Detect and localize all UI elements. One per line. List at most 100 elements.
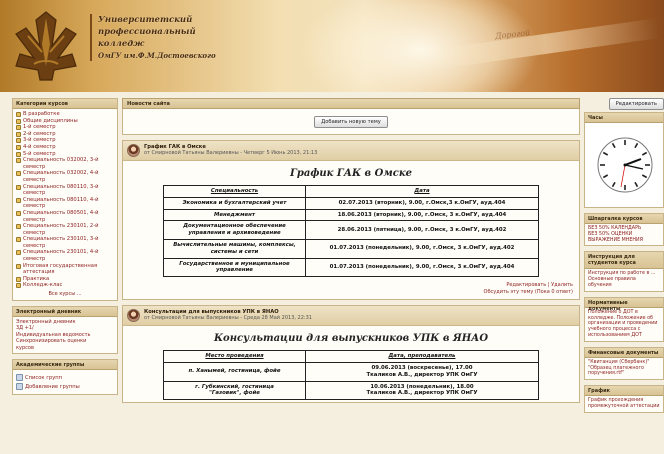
college-logo[interactable] bbox=[6, 6, 86, 84]
category-item[interactable]: Специальность 230101, 3-й семестр bbox=[16, 236, 114, 249]
group-list-link[interactable]: Список групп bbox=[16, 374, 114, 382]
row-value-cell: 10.06.2013 (понедельник), 18.00 Ткаликов… bbox=[305, 380, 539, 401]
add-group-link[interactable]: Добавление группы bbox=[16, 383, 114, 391]
row-label-cell: п. Ханымей, гостиница, фойе bbox=[163, 361, 306, 382]
folder-icon bbox=[16, 210, 21, 216]
column-header: Дата, преподаватель bbox=[305, 350, 539, 363]
add-group-label: Добавление группы bbox=[25, 383, 80, 390]
category-item[interactable]: Специальность 230101, 2-й семестр bbox=[16, 223, 114, 236]
title-line-1: Университетский bbox=[98, 15, 193, 25]
category-item[interactable]: Специальность 032002, 4-й семестр bbox=[16, 170, 114, 183]
folder-icon bbox=[16, 131, 21, 137]
author-avatar[interactable] bbox=[127, 144, 140, 157]
groups-heading: Академические группы bbox=[13, 360, 117, 371]
norm-docs-block: Нормативные документы Положение о ДОТ в … bbox=[584, 296, 664, 342]
category-item[interactable]: Итоговая государственная аттестация bbox=[16, 263, 114, 276]
norm-docs-text[interactable]: Положение о ДОТ в колледже. Положение об… bbox=[585, 308, 663, 341]
category-label: 1-й семестр bbox=[23, 124, 56, 131]
table-row: г. Губкинский, гостиница "Газовик", фойе… bbox=[163, 380, 539, 401]
add-users-icon bbox=[16, 383, 23, 391]
table-row: Менеджмент 18.06.2013 (вторник), 9.00, г.… bbox=[163, 208, 539, 222]
consultation-table: Место проведения Дата, преподаватель п. … bbox=[163, 350, 539, 401]
news-post: Консультации для выпускников УПК в ЯНАО … bbox=[122, 305, 580, 404]
row-value-cell: 09.06.2013 (воскресенье), 17.00 Ткаликов… bbox=[305, 361, 539, 382]
category-item[interactable]: Специальность 080110, 4-й семестр bbox=[16, 197, 114, 210]
category-item[interactable]: 1-й семестр bbox=[16, 124, 114, 131]
category-label: Специальность 032002, 4-й семестр bbox=[23, 170, 99, 183]
folder-icon bbox=[16, 197, 21, 203]
right-column: Редактировать Часы Шпаргалка курсов БЕЗ … bbox=[584, 98, 664, 418]
folder-icon bbox=[16, 171, 21, 177]
post-heading: График ГАК в Омске bbox=[289, 168, 413, 179]
row-label-cell: Документационное обеспечение управления … bbox=[163, 220, 306, 240]
add-topic-button[interactable]: Добавить новую тему bbox=[314, 116, 388, 128]
row-value-cell: 02.07.2013 (вторник), 9.00, г.Омск,3 к.О… bbox=[305, 196, 539, 210]
journal-heading: Электронный дневник bbox=[13, 307, 117, 318]
journal-block: Электронный дневник Электронный дневник … bbox=[12, 306, 118, 355]
category-item[interactable]: В разработке bbox=[16, 111, 114, 118]
folder-icon bbox=[16, 158, 21, 164]
post-meta[interactable]: от Смирновой Татьяны Валериевны - Среда … bbox=[144, 315, 312, 321]
shortcuts-block: Шпаргалка курсов БЕЗ 50% КАЛЕНДАРЬ БЕЗ 5… bbox=[584, 213, 664, 247]
row-label-cell: Вычислительные машины, комплексы, систем… bbox=[163, 238, 306, 259]
table-row: Документационное обеспечение управления … bbox=[163, 220, 539, 240]
edit-page-button[interactable]: Редактировать bbox=[608, 98, 664, 110]
table-row: Вычислительные машины, комплексы, систем… bbox=[163, 238, 539, 259]
finance-text[interactable]: "Квитанция (Сбербанк)" "Образец платежно… bbox=[585, 358, 663, 379]
folder-icon bbox=[16, 263, 21, 269]
category-item[interactable]: Специальность 080110, 3-й семестр bbox=[16, 184, 114, 197]
category-item[interactable]: Специальность 080501, 4-й семестр bbox=[16, 210, 114, 223]
row-value-cell: 01.07.2013 (понедельник), 9.00, г.Омск, … bbox=[305, 238, 539, 259]
categories-heading: Категории курсов bbox=[13, 99, 117, 109]
schedule-heading: График bbox=[585, 386, 663, 397]
author-avatar[interactable] bbox=[127, 309, 140, 323]
schedule-text[interactable]: График прохождения промежуточной аттеста… bbox=[585, 396, 663, 412]
folder-icon bbox=[16, 125, 21, 131]
category-item[interactable]: Практика bbox=[16, 276, 114, 283]
category-item[interactable]: Специальность 032002, 3-й семестр bbox=[16, 157, 114, 170]
title-line-3: колледж bbox=[98, 39, 145, 49]
row-label-cell: Менеджмент bbox=[163, 208, 306, 222]
shortcut-link[interactable]: ВЫРАЖЕНИЕ МНЕНИЯ bbox=[588, 238, 660, 244]
row-label-cell: Государственное и муниципальное управлен… bbox=[163, 257, 306, 278]
schedule-block: График График прохождения промежуточной … bbox=[584, 385, 664, 413]
title-line-2: профессиональный bbox=[98, 27, 196, 37]
edit-delete-links[interactable]: Редактировать | Удалить bbox=[129, 282, 573, 289]
category-item[interactable]: 4-й семестр bbox=[16, 144, 114, 151]
instructions-text[interactable]: Инструкция по работе в ... Основные прав… bbox=[585, 269, 663, 290]
category-label: Специальность 032002, 3-й семестр bbox=[23, 157, 99, 170]
category-label: Специальность 230101, 4-й семестр bbox=[23, 249, 99, 263]
clock-block: Часы bbox=[584, 112, 664, 208]
row-value-cell: 18.06.2013 (вторник), 9.00, г.Омск, 3 к.… bbox=[305, 208, 539, 222]
main-column: Новости сайта Добавить новую тему График… bbox=[122, 98, 580, 404]
site-header: Университетский профессиональный колледж… bbox=[0, 0, 664, 92]
category-label: Специальность 080110, 3-й семестр bbox=[23, 183, 99, 197]
folder-icon bbox=[16, 138, 21, 144]
discuss-link[interactable]: Обсудить эту тему (Пока 0 ответ) bbox=[129, 289, 573, 296]
post-meta[interactable]: от Смирновой Татьяны Валериевны - Четвер… bbox=[144, 150, 317, 156]
group-list-label: Список групп bbox=[25, 374, 63, 381]
category-item[interactable]: Специальность 230101, 4-й семестр bbox=[16, 249, 114, 262]
journal-link[interactable]: курсов bbox=[16, 345, 114, 351]
category-label: Итоговая государственная аттестация bbox=[23, 262, 98, 276]
folder-icon bbox=[16, 283, 21, 289]
clock-icon bbox=[597, 137, 653, 193]
norm-docs-heading: Нормативные документы bbox=[585, 297, 663, 312]
table-row: п. Ханымей, гостиница, фойе 09.06.2013 (в… bbox=[163, 361, 539, 382]
category-list: В разработке Общие дисциплины 1-й семестр 2… bbox=[16, 111, 114, 289]
row-value-cell: 28.06.2013 (пятница), 9.00, г.Омск, 3 к.… bbox=[305, 220, 539, 240]
folder-icon bbox=[16, 224, 21, 230]
all-courses-link[interactable]: Все курсы ... bbox=[16, 291, 114, 297]
folder-icon bbox=[16, 112, 21, 117]
row-label-cell: г. Губкинский, гостиница "Газовик", фойе bbox=[163, 380, 306, 401]
folder-icon bbox=[16, 118, 21, 124]
category-item[interactable]: 3-й семестр bbox=[16, 137, 114, 144]
folder-icon bbox=[16, 144, 21, 150]
category-item[interactable]: Колледж-клас bbox=[16, 282, 114, 289]
table-row: Государственное и муниципальное управлен… bbox=[163, 257, 539, 278]
category-label: 3-й семестр bbox=[23, 137, 56, 144]
folder-icon bbox=[16, 276, 21, 282]
category-label: В разработке bbox=[23, 111, 60, 117]
category-label: Специальность 080501, 4-й семестр bbox=[23, 209, 99, 223]
folder-icon bbox=[16, 184, 21, 190]
